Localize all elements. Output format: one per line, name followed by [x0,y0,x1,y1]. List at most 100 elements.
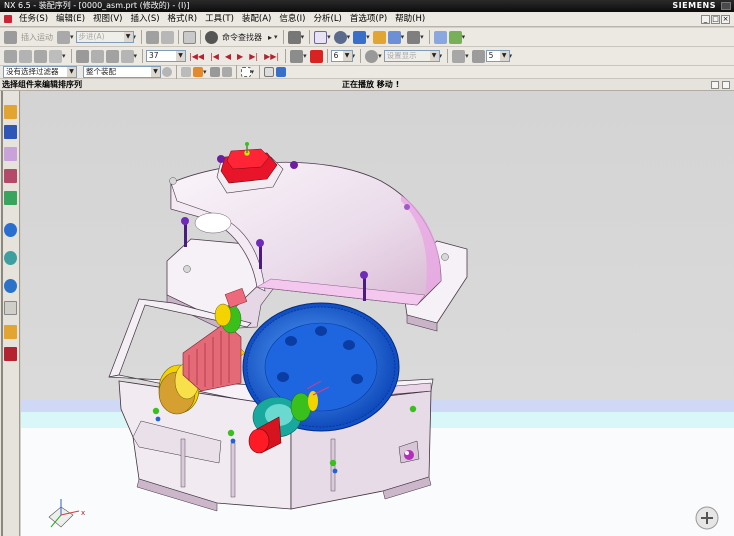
redo-icon[interactable] [209,67,220,77]
stop-icon[interactable] [309,49,323,63]
solid-body-icon[interactable] [276,67,287,77]
title-bar: NX 6.5 - 装配序列 - [0000_asm.prt (修改的) - (I… [0,0,734,12]
menu-info[interactable]: 信息(I) [275,12,309,27]
intent-icon[interactable] [193,67,203,77]
system-scene-icon[interactable] [4,347,17,361]
selection-options-icon[interactable] [162,67,172,77]
play-back-icon[interactable]: ◀ [225,52,231,61]
sequence-navigator-icon[interactable] [4,191,17,205]
rectangle-select-icon[interactable] [240,67,251,77]
menu-insert[interactable]: 插入(S) [127,12,164,27]
roles-icon[interactable] [4,325,17,339]
reassemble-icon[interactable] [105,49,119,63]
cue-line: 选择组件来编辑排序列 正在播放 移动 ! [0,79,734,91]
disassemble-icon[interactable] [90,49,104,63]
select-arrow-icon[interactable] [387,30,401,44]
chevron-down-icon: ▼ [151,67,160,77]
menu-help[interactable]: 帮助(H) [391,12,429,27]
menu-edit[interactable]: 编辑(E) [52,12,89,27]
menu-view[interactable]: 视图(V) [89,12,126,27]
playback-speed-combo[interactable]: 6 ▼ [330,50,353,62]
graphics-window[interactable]: x [21,91,734,536]
cube-view-icon[interactable] [353,30,367,44]
menu-analysis[interactable]: 分析(L) [310,12,346,27]
filter-icon[interactable] [448,30,462,44]
explode-icon[interactable] [49,49,62,63]
part-navigator-icon[interactable] [4,147,17,161]
assembly-navigator-icon[interactable] [4,105,17,119]
minimize-button[interactable]: _ [701,15,710,24]
rotate-component-icon[interactable] [19,49,32,63]
insert-motion-label[interactable]: 插入运动 [21,32,53,43]
pick-icon[interactable] [75,49,89,63]
menu-format[interactable]: 格式(R) [164,12,202,27]
chevron-down-icon: ▼ [67,67,76,77]
grid-view-icon[interactable] [314,30,328,44]
constraint-navigator-icon[interactable] [4,125,17,139]
step-forward-icon[interactable]: ▶| [249,52,258,61]
display-mode-icon[interactable] [407,30,421,44]
move-component-icon[interactable] [4,49,17,63]
camera-icon[interactable] [161,30,175,44]
type-filter-combo[interactable]: 没有选择过滤器 ▼ [3,66,77,78]
reuse-library-icon[interactable] [4,169,17,183]
assemble-icon[interactable] [57,30,70,44]
playback-toolbar: ▾ ▾ 37 ▼ |◀◀ |◀ ◀ ▶ ▶| ▶▶| ▾ 6 ▼ ▾ ▾ 设置显示 ▼… [0,47,734,66]
step-back-icon[interactable]: |◀ [210,52,219,61]
cue-close-button[interactable] [722,81,730,89]
menu-tools[interactable]: 工具(T) [201,12,238,27]
resource-bar [0,91,20,536]
insert-motion-icon[interactable] [4,30,17,44]
motion-envelope-icon[interactable] [452,49,466,63]
process-studio-icon[interactable] [4,301,17,315]
window-title: NX 6.5 - 装配序列 - [0000_asm.prt (修改的) - (I… [4,1,190,10]
chevron-down-icon: ▼ [123,32,133,42]
record-icon[interactable] [146,30,160,44]
selection-bar: 没有选择过滤器 ▼ 整个装配 ▼ ▾ ▾ [0,65,734,79]
chevron-down-icon: ▼ [176,51,186,61]
orient-view-icon[interactable] [333,30,347,44]
menu-preferences[interactable]: 首选项(P) [346,12,391,27]
display-setting-combo[interactable]: 设置显示 ▼ [383,50,440,62]
close-button[interactable]: × [721,15,730,24]
rewind-to-start-icon[interactable]: |◀◀ [189,52,204,61]
system-materials-icon[interactable] [4,251,17,265]
play-icon[interactable]: ▶ [237,52,243,61]
chevron-down-icon: ▼ [429,51,439,61]
zoom-plus-icon[interactable] [695,506,719,530]
forward-to-end-icon[interactable]: ▶▶| [264,52,279,61]
binoculars-icon[interactable] [205,30,219,44]
refresh-icon[interactable] [221,67,232,77]
app-menu-icon[interactable] [4,15,12,23]
snap-point-icon[interactable] [181,67,191,77]
menu-assembly[interactable]: 装配(A) [238,12,275,27]
sequence-step-icon[interactable] [120,49,134,63]
count-combo[interactable]: 5 ▼ [485,50,510,62]
history-icon[interactable] [4,279,17,293]
play-forward-icon[interactable]: ▸ [268,33,272,42]
step-frame-combo[interactable]: 37 ▼ [146,50,187,62]
step-combo-value: 步进(A) [78,32,105,41]
track-icon[interactable] [365,49,379,63]
undo-icon[interactable] [183,30,197,44]
gearbox-model-view[interactable]: x [21,91,734,536]
snap-icon[interactable] [433,30,447,44]
selection-window-icon[interactable] [264,67,275,77]
command-finder-label[interactable]: 命令查找器 [222,32,262,43]
brand-label: SIEMENS [672,1,716,10]
export-movie-icon[interactable] [290,49,304,63]
cue-options-button[interactable] [711,81,719,89]
chevron-down-icon: ▼ [499,51,509,61]
step-combo[interactable]: 步进(A) ▼ [75,31,134,43]
selection-scope-combo[interactable]: 整个装配 ▼ [83,66,161,78]
selection-scope-value: 整个装配 [86,67,116,76]
sequence-toolbar: 插入运动 ▾ 步进(A) ▼ ▾ 命令查找器 ▸ ▾ ▾ ▾ ▾ ▾ ▾ ▾ ▾ [0,28,734,47]
capture-arrangement-icon[interactable] [471,49,485,63]
shade-icon[interactable] [372,30,386,44]
web-browser-icon[interactable] [4,223,17,237]
menu-task[interactable]: 任务(S) [15,12,52,27]
collision-icon[interactable] [34,49,47,63]
assembly-constraint-icon[interactable] [287,30,301,44]
window-control-button[interactable] [721,2,731,10]
restore-button[interactable]: □ [711,15,720,24]
